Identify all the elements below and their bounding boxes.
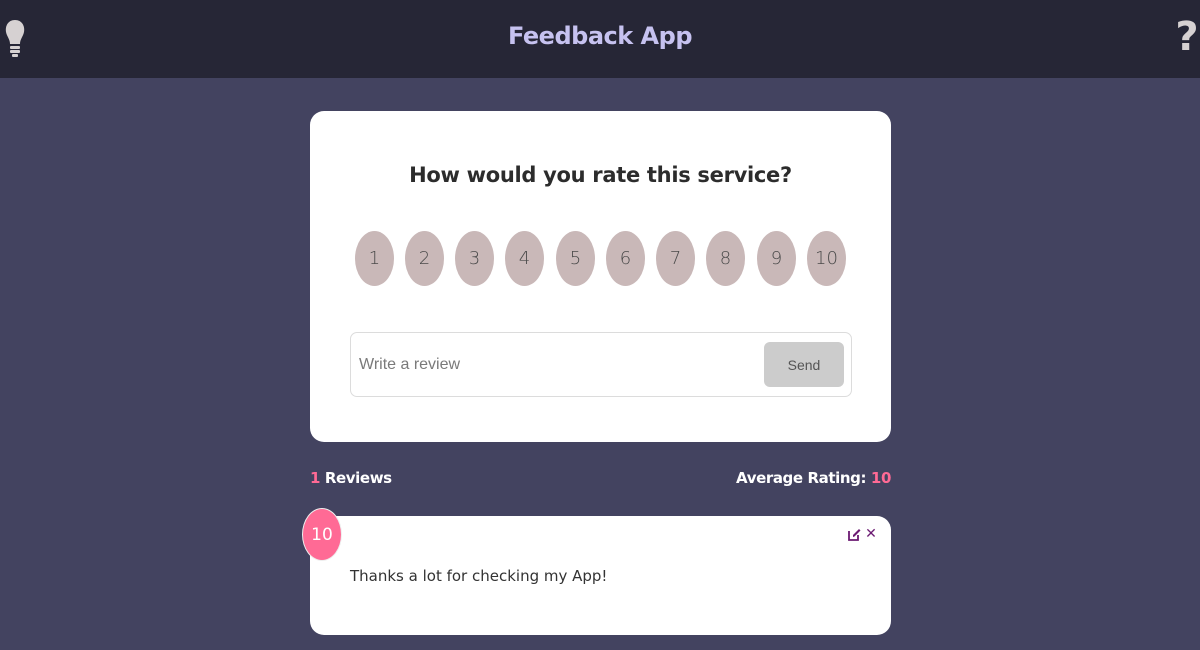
average-rating-label: Average Rating: xyxy=(736,469,867,487)
rating-option-10[interactable]: 10 xyxy=(807,231,846,286)
question-icon[interactable]: ? xyxy=(1174,14,1200,60)
feedback-item: ✕ Thanks a lot for checking my App! xyxy=(310,516,891,635)
rating-option-5[interactable]: 5 xyxy=(556,231,595,286)
rating-option-9[interactable]: 9 xyxy=(757,231,796,286)
review-stats: 1 Reviews Average Rating: 10 xyxy=(310,469,891,491)
send-button[interactable]: Send xyxy=(764,342,844,387)
rating-option-7[interactable]: 7 xyxy=(656,231,695,286)
rating-selector: 1 2 3 4 5 6 7 8 9 10 xyxy=(355,231,847,286)
average-rating-value: 10 xyxy=(870,469,891,487)
rating-option-6[interactable]: 6 xyxy=(606,231,645,286)
close-icon[interactable]: ✕ xyxy=(865,524,877,544)
review-input-group: Send xyxy=(350,332,852,397)
rating-option-2[interactable]: 2 xyxy=(405,231,444,286)
review-count-number: 1 xyxy=(310,469,321,487)
app-header: Feedback App ? xyxy=(0,0,1200,78)
average-rating: Average Rating: 10 xyxy=(736,469,891,487)
review-count: 1 Reviews xyxy=(310,469,392,487)
review-count-label: Reviews xyxy=(324,469,392,487)
rating-option-3[interactable]: 3 xyxy=(455,231,494,286)
rating-option-4[interactable]: 4 xyxy=(505,231,544,286)
feedback-form-card: How would you rate this service? 1 2 3 4… xyxy=(310,111,891,442)
feedback-text: Thanks a lot for checking my App! xyxy=(350,567,608,585)
rating-option-1[interactable]: 1 xyxy=(355,231,394,286)
edit-icon[interactable] xyxy=(848,528,861,541)
feedback-rating-badge: 10 xyxy=(302,508,342,561)
rating-option-8[interactable]: 8 xyxy=(706,231,745,286)
review-input[interactable] xyxy=(359,347,754,383)
rating-question: How would you rate this service? xyxy=(409,163,792,187)
app-title: Feedback App xyxy=(507,22,693,50)
